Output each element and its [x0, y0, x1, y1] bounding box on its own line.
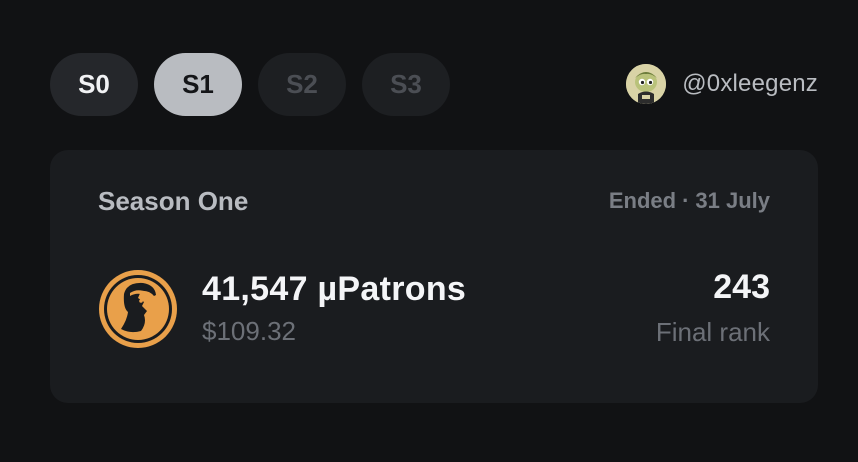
- tab-season-2[interactable]: S2: [258, 53, 346, 116]
- cartoon-avatar-icon: [626, 64, 667, 104]
- token-amount: 41,547 µPatrons: [202, 270, 467, 308]
- season-rewards-panel: S0 S1 S2 S3 @0xleegenz Season One Ended ·…: [0, 0, 858, 462]
- season-tabs: S0 S1 S2 S3: [50, 53, 450, 116]
- usd-value: $109.32: [202, 316, 296, 346]
- season-title: Season One: [98, 186, 249, 216]
- status-text: Ended: [608, 188, 677, 213]
- user-profile-chip[interactable]: @0xleegenz: [626, 64, 818, 104]
- patron-logo-icon: [99, 270, 177, 348]
- season-summary-card: Season One Ended · 31 July 41,547 µPatrons…: [50, 150, 818, 403]
- username: @0xleegenz: [682, 70, 818, 97]
- avatar: [626, 64, 667, 104]
- tab-season-3[interactable]: S3: [362, 53, 450, 116]
- final-rank-value: 243: [713, 268, 770, 306]
- tab-season-0[interactable]: S0: [50, 53, 138, 116]
- final-rank-label: Final rank: [655, 317, 770, 347]
- end-date: 31 July: [695, 188, 770, 213]
- tab-season-1[interactable]: S1: [154, 53, 242, 116]
- status-separator: ·: [682, 188, 690, 213]
- season-status: Ended · 31 July: [609, 188, 770, 214]
